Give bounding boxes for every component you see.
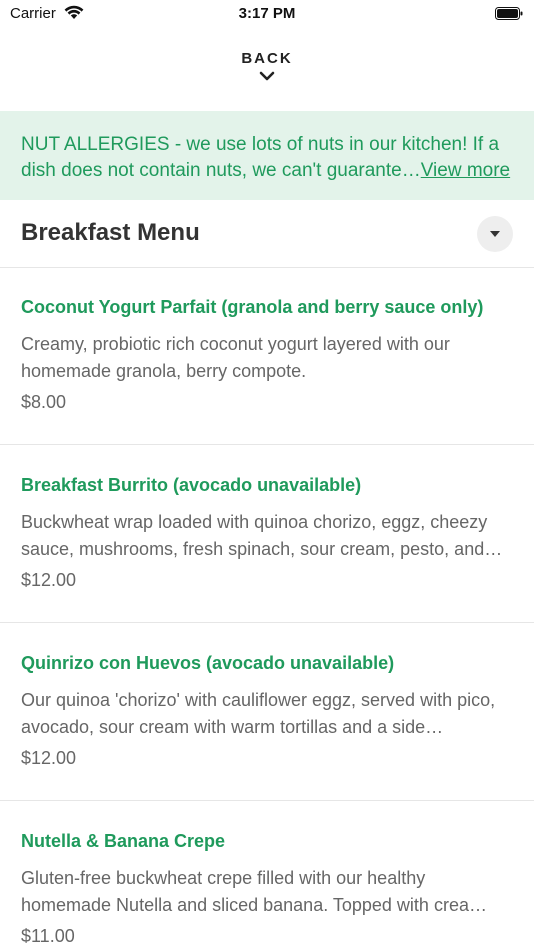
- menu-item-price: $12.00: [21, 570, 77, 590]
- status-bar: Carrier 3:17 PM: [0, 0, 534, 28]
- section-title: Breakfast Menu: [21, 219, 200, 246]
- allergy-notice: NUT ALLERGIES - we use lots of nuts in o…: [0, 111, 534, 200]
- menu-item-price: $11.00: [21, 926, 75, 946]
- section-header: Breakfast Menu: [0, 200, 534, 268]
- menu-item-description: Buckwheat wrap loaded with quinoa choriz…: [21, 512, 503, 559]
- back-label: BACK: [241, 50, 293, 67]
- menu-item-description: Gluten-free buckwheat crepe filled with …: [21, 868, 487, 915]
- menu-item[interactable]: Nutella & Banana Crepe Gluten-free buckw…: [0, 801, 534, 950]
- dropdown-triangle-icon: [490, 230, 500, 237]
- status-time: 3:17 PM: [238, 5, 296, 22]
- menu-item-name: Coconut Yogurt Parfait (granola and berr…: [21, 297, 484, 317]
- menu-item[interactable]: Coconut Yogurt Parfait (granola and berr…: [0, 267, 534, 445]
- menu-item[interactable]: Breakfast Burrito (avocado unavailable) …: [0, 445, 534, 623]
- menu-item-price: $12.00: [21, 748, 77, 768]
- menu-item-name: Breakfast Burrito (avocado unavailable): [21, 475, 362, 495]
- back-button[interactable]: BACK: [0, 50, 534, 81]
- menu-item-price: $8.00: [21, 392, 67, 412]
- menu-item-name: Quinrizo con Huevos (avocado unavailable…: [21, 653, 395, 673]
- menu-item-description: Our quinoa 'chorizo' with cauliflower eg…: [21, 690, 496, 737]
- menu-item[interactable]: Quinrizo con Huevos (avocado unavailable…: [0, 623, 534, 801]
- battery-icon: [495, 7, 523, 20]
- menu-item-description: Creamy, probiotic rich coconut yogurt la…: [21, 334, 450, 381]
- menu-item-name: Nutella & Banana Crepe: [21, 831, 226, 851]
- chevron-down-icon: [259, 71, 275, 81]
- section-toggle-button[interactable]: [477, 216, 513, 252]
- view-more-link[interactable]: View more: [421, 160, 510, 181]
